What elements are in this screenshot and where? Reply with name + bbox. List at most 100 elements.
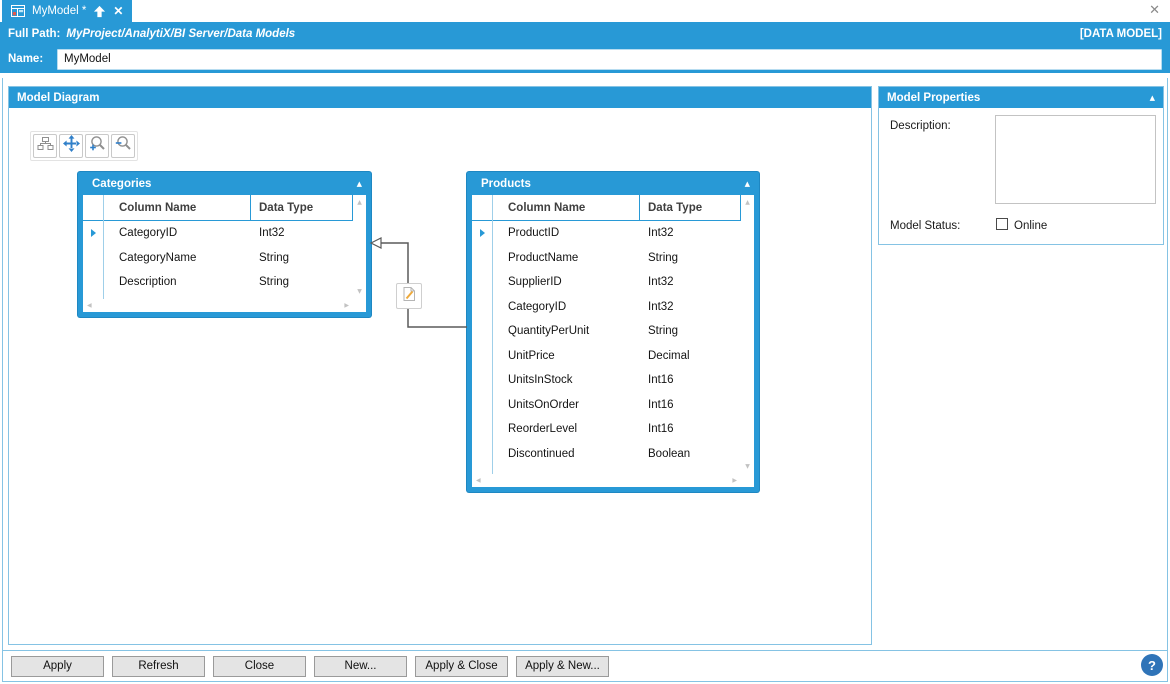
data-type-cell[interactable]: Int32	[640, 301, 741, 313]
column-name-cell[interactable]: ProductName	[492, 252, 640, 264]
apply-button[interactable]: Apply	[11, 655, 104, 677]
pan-button[interactable]	[59, 134, 83, 158]
full-path-bar: Full Path: MyProject/AnalytiX/BI Server/…	[0, 22, 1170, 45]
zoom-in-button[interactable]	[85, 134, 109, 158]
diagram-canvas[interactable]: Categories ▲ Column Name Data Type Categ…	[9, 108, 871, 644]
model-diagram-panel: Model Diagram Categories ▲ Column Name D…	[8, 86, 872, 645]
tab-mymodel[interactable]: MyModel * ✕	[2, 0, 133, 22]
entity-table-categories[interactable]: Categories ▲ Column Name Data Type Categ…	[78, 172, 371, 317]
online-checkbox-label: Online	[1014, 220, 1048, 232]
tab-close-icon[interactable]: ✕	[113, 5, 123, 17]
diagram-toolbar	[30, 131, 138, 161]
apply-new-button[interactable]: Apply & New...	[516, 655, 609, 677]
horizontal-scrollbar[interactable]: ◀ ▶	[83, 299, 353, 312]
scroll-right-icon[interactable]: ▶	[344, 302, 349, 309]
data-type-cell[interactable]: Int32	[640, 227, 741, 239]
help-button[interactable]: ?	[1141, 654, 1163, 676]
column-row[interactable]: ReorderLevel Int16	[472, 417, 741, 442]
data-type-cell[interactable]: Int16	[640, 423, 741, 435]
column-name-cell[interactable]: CategoryID	[492, 301, 640, 313]
description-label: Description:	[890, 120, 951, 132]
edit-relationship-button[interactable]	[396, 283, 422, 309]
column-name-cell[interactable]: QuantityPerUnit	[492, 325, 640, 337]
column-name-cell[interactable]: ProductID	[492, 227, 640, 239]
entity-table-title: Products	[481, 177, 531, 190]
scroll-left-icon[interactable]: ◀	[476, 477, 481, 484]
column-header-type[interactable]: Data Type	[251, 195, 353, 220]
column-header-name[interactable]: Column Name	[492, 195, 640, 220]
navigate-up-icon[interactable]	[93, 5, 106, 18]
new-button[interactable]: New...	[314, 655, 407, 677]
horizontal-scrollbar[interactable]: ◀ ▶	[472, 474, 741, 487]
window-close-icon[interactable]: ✕	[1149, 2, 1160, 18]
entity-table-title: Categories	[92, 177, 152, 190]
row-indicator	[83, 229, 103, 238]
scroll-right-icon[interactable]: ▶	[732, 477, 737, 484]
entity-table-products[interactable]: Products ▲ Column Name Data Type Product…	[467, 172, 759, 492]
column-name-cell[interactable]: Description	[103, 276, 251, 288]
apply-close-button[interactable]: Apply & Close	[415, 655, 508, 677]
data-type-cell[interactable]: Boolean	[640, 448, 741, 460]
column-row[interactable]: UnitPrice Decimal	[472, 344, 741, 369]
tab-title: MyModel *	[32, 5, 87, 17]
pan-icon	[62, 135, 80, 157]
column-row[interactable]: ProductName String	[472, 246, 741, 271]
data-type-cell[interactable]: String	[640, 252, 741, 264]
refresh-button[interactable]: Refresh	[112, 655, 205, 677]
column-name-cell[interactable]: CategoryID	[103, 227, 251, 239]
data-type-cell[interactable]: Int16	[640, 374, 741, 386]
grid-header-row: Column Name Data Type	[472, 195, 741, 221]
data-type-cell[interactable]: String	[251, 276, 353, 288]
scroll-down-icon[interactable]: ▼	[357, 288, 362, 295]
online-checkbox[interactable]	[996, 218, 1008, 230]
column-row[interactable]: SupplierID Int32	[472, 270, 741, 295]
name-input[interactable]	[57, 48, 1162, 70]
scroll-left-icon[interactable]: ◀	[87, 302, 92, 309]
column-header-name[interactable]: Column Name	[103, 195, 251, 220]
data-type-cell[interactable]: Int32	[640, 276, 741, 288]
collapse-up-icon[interactable]: ▲	[745, 180, 750, 188]
auto-layout-button[interactable]	[33, 134, 57, 158]
entity-table-categories-header[interactable]: Categories ▲	[83, 172, 366, 195]
column-row[interactable]: CategoryID Int32	[83, 221, 353, 246]
column-rows: CategoryID Int32 CategoryName String Des…	[83, 221, 366, 295]
column-row[interactable]: CategoryName String	[83, 246, 353, 271]
model-properties-panel: Model Properties ▲ Description: Model St…	[878, 86, 1164, 245]
entity-table-grid: Column Name Data Type ProductID Int32 Pr…	[472, 195, 754, 487]
column-row[interactable]: CategoryID Int32	[472, 295, 741, 320]
column-row[interactable]: UnitsInStock Int16	[472, 368, 741, 393]
column-row[interactable]: ProductID Int32	[472, 221, 741, 246]
collapse-up-icon[interactable]: ▲	[357, 180, 362, 188]
column-name-cell[interactable]: Discontinued	[492, 448, 640, 460]
column-name-cell[interactable]: UnitsOnOrder	[492, 399, 640, 411]
description-textarea[interactable]	[995, 115, 1156, 204]
scroll-up-icon[interactable]: ▲	[745, 199, 750, 206]
column-name-cell[interactable]: CategoryName	[103, 252, 251, 264]
column-name-cell[interactable]: UnitsInStock	[492, 374, 640, 386]
data-model-icon	[11, 5, 25, 17]
column-header-type[interactable]: Data Type	[640, 195, 741, 220]
entity-table-products-header[interactable]: Products ▲	[472, 172, 754, 195]
column-row[interactable]: UnitsOnOrder Int16	[472, 393, 741, 418]
scroll-up-icon[interactable]: ▲	[357, 199, 362, 206]
collapse-up-icon[interactable]: ▲	[1150, 94, 1155, 102]
data-type-cell[interactable]: Int32	[251, 227, 353, 239]
column-name-cell[interactable]: ReorderLevel	[492, 423, 640, 435]
data-type-cell[interactable]: String	[640, 325, 741, 337]
scroll-down-icon[interactable]: ▼	[745, 463, 750, 470]
auto-layout-icon	[37, 135, 54, 157]
column-row[interactable]: Discontinued Boolean	[472, 442, 741, 467]
column-row[interactable]: QuantityPerUnit String	[472, 319, 741, 344]
model-diagram-title: Model Diagram	[17, 91, 100, 104]
column-name-cell[interactable]: UnitPrice	[492, 350, 640, 362]
footer-button-bar: Apply Refresh Close New... Apply & Close Appl…	[3, 650, 1167, 681]
data-type-cell[interactable]: Decimal	[640, 350, 741, 362]
column-name-cell[interactable]: SupplierID	[492, 276, 640, 288]
data-type-cell[interactable]: Int16	[640, 399, 741, 411]
column-row[interactable]: Description String	[83, 270, 353, 295]
vertical-scrollbar[interactable]: ▲ ▼	[741, 195, 754, 474]
vertical-scrollbar[interactable]: ▲ ▼	[353, 195, 366, 299]
zoom-out-button[interactable]	[111, 134, 135, 158]
data-type-cell[interactable]: String	[251, 252, 353, 264]
close-button[interactable]: Close	[213, 655, 306, 677]
